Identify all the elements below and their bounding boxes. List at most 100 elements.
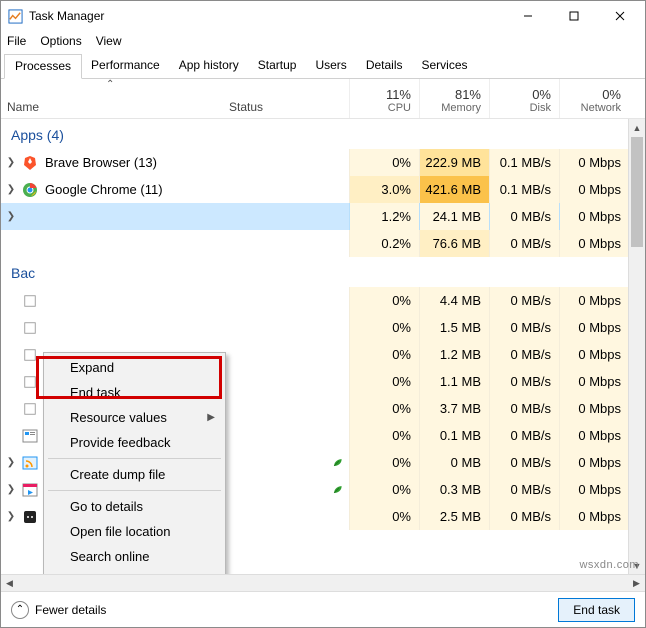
- cell-memory: 76.6 MB: [419, 230, 489, 257]
- cell-network: 0 Mbps: [559, 314, 629, 341]
- vertical-scrollbar[interactable]: ▲ ▼: [628, 119, 645, 574]
- group-apps: Apps (4): [1, 119, 645, 149]
- blank-icon: [22, 236, 38, 252]
- col-header-memory[interactable]: 81%Memory: [419, 79, 489, 118]
- cell-memory: 1.1 MB: [419, 368, 489, 395]
- cell-cpu: 0%: [349, 422, 419, 449]
- expand-icon[interactable]: ❯: [5, 511, 17, 522]
- generic-icon: [22, 347, 38, 363]
- process-name: Google Chrome (11): [45, 182, 163, 197]
- minimize-button[interactable]: [505, 1, 551, 31]
- process-row[interactable]: ❯Google Chrome (11)3.0%421.6 MB0.1 MB/s0…: [1, 176, 645, 203]
- task-manager-icon: [7, 8, 23, 24]
- expand-icon[interactable]: ❯: [5, 211, 17, 222]
- cell-memory: 2.5 MB: [419, 503, 489, 530]
- cell-memory: 24.1 MB: [419, 203, 489, 230]
- process-row[interactable]: ❯Brave Browser (13)0%222.9 MB0.1 MB/s0 M…: [1, 149, 645, 176]
- tab-app-history[interactable]: App history: [169, 53, 249, 78]
- cell-status: [223, 149, 349, 176]
- expand-icon[interactable]: ❯: [5, 484, 17, 495]
- fewer-details-button[interactable]: ⌃ Fewer details: [11, 601, 558, 619]
- tab-details[interactable]: Details: [356, 53, 413, 78]
- cell-network: 0 Mbps: [559, 230, 629, 257]
- leaf-icon: [332, 457, 343, 468]
- menubar: File Options View: [1, 31, 645, 51]
- cell-memory: 1.5 MB: [419, 314, 489, 341]
- col-header-network[interactable]: 0%Network: [559, 79, 629, 118]
- cell-name: ❯: [1, 203, 223, 230]
- grid-body[interactable]: Apps (4)❯Brave Browser (13)0%222.9 MB0.1…: [1, 119, 645, 574]
- menu-separator: [48, 490, 221, 491]
- cell-cpu: 0%: [349, 368, 419, 395]
- cell-status: [223, 449, 349, 476]
- process-row[interactable]: 0.2%76.6 MB0 MB/s0 Mbps: [1, 230, 645, 257]
- cell-status: [223, 395, 349, 422]
- scroll-up-icon[interactable]: ▲: [629, 119, 645, 136]
- tab-startup[interactable]: Startup: [248, 53, 307, 78]
- menu-item-provide-feedback[interactable]: Provide feedback: [46, 430, 223, 455]
- cell-cpu: 0%: [349, 314, 419, 341]
- leaf-icon: [332, 484, 343, 495]
- expand-icon[interactable]: ❯: [5, 457, 17, 468]
- menu-item-open-file-location[interactable]: Open file location: [46, 519, 223, 544]
- maximize-button[interactable]: [551, 1, 597, 31]
- menu-item-properties[interactable]: Properties: [46, 569, 223, 574]
- tab-processes[interactable]: Processes: [4, 54, 82, 79]
- cell-disk: 0 MB/s: [489, 476, 559, 503]
- process-name: Brave Browser (13): [45, 155, 157, 170]
- cell-disk: 0 MB/s: [489, 230, 559, 257]
- menu-item-go-to-details[interactable]: Go to details: [46, 494, 223, 519]
- end-task-button[interactable]: End task: [558, 598, 635, 622]
- features-icon: [22, 428, 38, 444]
- cell-cpu: 0%: [349, 149, 419, 176]
- cell-status: [223, 368, 349, 395]
- cell-network: 0 Mbps: [559, 149, 629, 176]
- cell-status: [223, 503, 349, 530]
- gaming-icon: [22, 509, 38, 525]
- horizontal-scrollbar[interactable]: ◀ ▶: [1, 574, 645, 591]
- scroll-left-icon[interactable]: ◀: [1, 578, 18, 589]
- expand-icon[interactable]: ❯: [5, 157, 17, 168]
- col-header-disk[interactable]: 0%Disk: [489, 79, 559, 118]
- cell-status: [223, 476, 349, 503]
- col-header-status[interactable]: Status: [223, 79, 349, 118]
- menu-item-expand[interactable]: Expand: [46, 355, 223, 380]
- cell-disk: 0 MB/s: [489, 203, 559, 230]
- cell-disk: 0 MB/s: [489, 503, 559, 530]
- menu-separator: [48, 458, 221, 459]
- tab-services[interactable]: Services: [412, 53, 478, 78]
- cell-status: [223, 422, 349, 449]
- cell-cpu: 0%: [349, 341, 419, 368]
- cell-network: 0 Mbps: [559, 395, 629, 422]
- process-grid: ⌃ Name Status 11%CPU 81%Memory 0%Disk 0%…: [1, 79, 645, 591]
- scroll-right-icon[interactable]: ▶: [628, 578, 645, 589]
- cell-memory: 222.9 MB: [419, 149, 489, 176]
- tab-performance[interactable]: Performance: [81, 53, 170, 78]
- process-row[interactable]: ❯1.2%24.1 MB0 MB/s0 Mbps: [1, 203, 645, 230]
- cell-disk: 0 MB/s: [489, 287, 559, 314]
- process-row[interactable]: 0%1.5 MB0 MB/s0 Mbps: [1, 314, 645, 341]
- cell-network: 0 Mbps: [559, 476, 629, 503]
- window-title: Task Manager: [29, 9, 505, 23]
- cell-memory: 1.2 MB: [419, 341, 489, 368]
- col-header-cpu[interactable]: 11%CPU: [349, 79, 419, 118]
- menu-options[interactable]: Options: [40, 34, 81, 48]
- cell-cpu: 1.2%: [349, 203, 419, 230]
- expand-icon[interactable]: ❯: [5, 184, 17, 195]
- menu-item-search-online[interactable]: Search online: [46, 544, 223, 569]
- menu-item-end-task[interactable]: End task: [46, 380, 223, 405]
- cell-cpu: 0%: [349, 476, 419, 503]
- cell-disk: 0 MB/s: [489, 341, 559, 368]
- cell-network: 0 Mbps: [559, 341, 629, 368]
- chrome-icon: [22, 182, 38, 198]
- menu-item-create-dump-file[interactable]: Create dump file: [46, 462, 223, 487]
- scroll-thumb[interactable]: [631, 137, 643, 247]
- process-row[interactable]: 0%4.4 MB0 MB/s0 Mbps: [1, 287, 645, 314]
- menu-view[interactable]: View: [96, 34, 122, 48]
- menu-file[interactable]: File: [7, 34, 26, 48]
- close-button[interactable]: [597, 1, 643, 31]
- cell-network: 0 Mbps: [559, 503, 629, 530]
- cell-disk: 0 MB/s: [489, 368, 559, 395]
- tab-users[interactable]: Users: [305, 53, 356, 78]
- menu-item-resource-values[interactable]: Resource values▶: [46, 405, 223, 430]
